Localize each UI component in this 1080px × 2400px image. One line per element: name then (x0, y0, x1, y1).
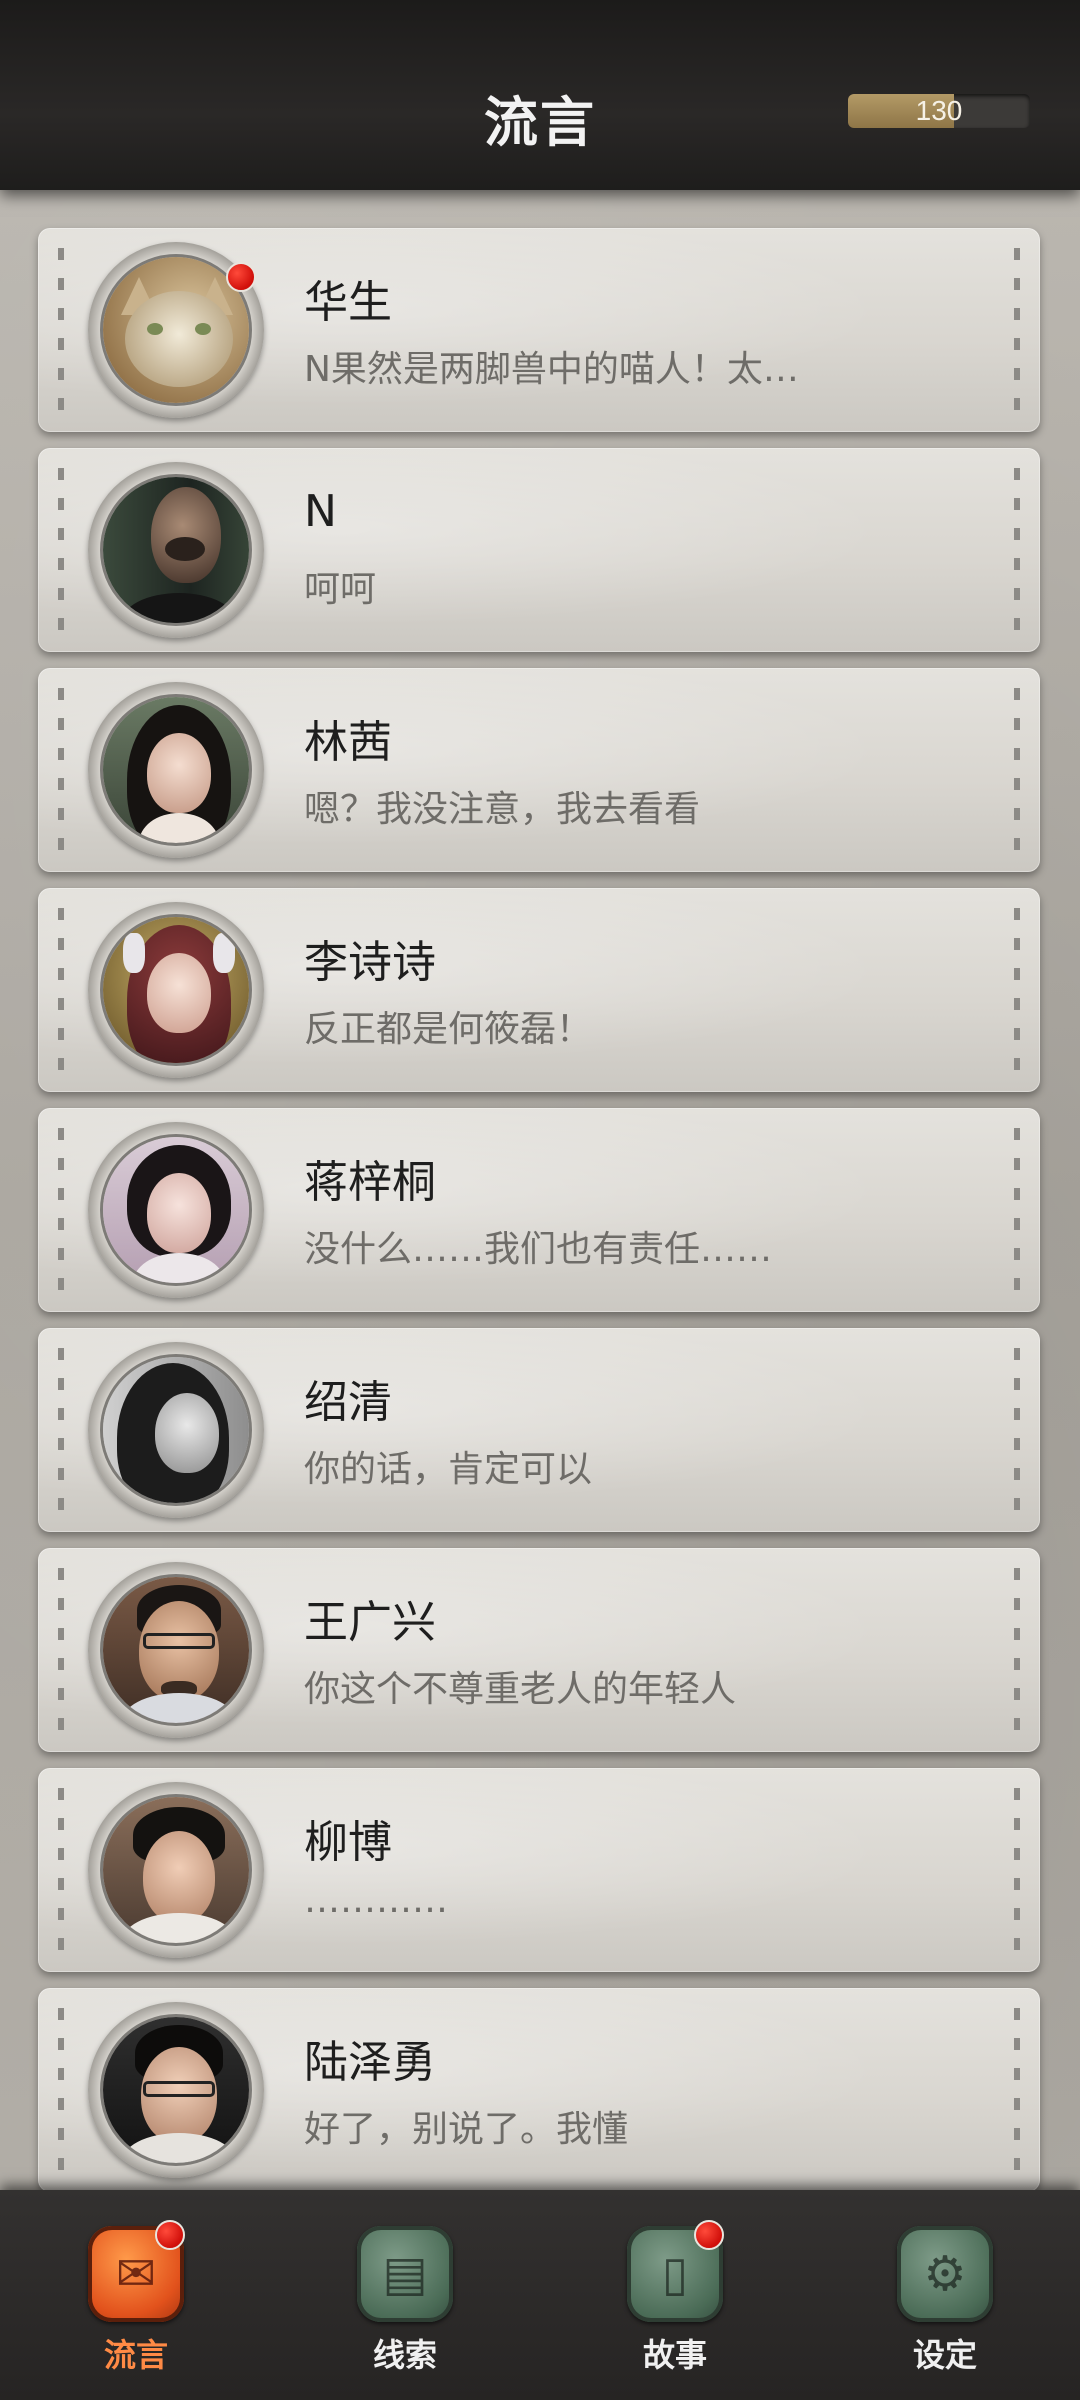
stitch-decoration (1014, 908, 1020, 1072)
tab-badge (155, 2220, 185, 2250)
tab-label: 故事 (642, 2336, 707, 2374)
currency-counter: 130 (848, 94, 1030, 128)
contact-last-message: 没什么……我们也有责任…… (304, 1229, 773, 1270)
contact-last-message: 反正都是何筱磊！ (304, 1009, 593, 1050)
contact-last-message: ………… (304, 1880, 448, 1921)
tab-rumors[interactable]: ✉ 流言 (61, 2212, 211, 2392)
tab-label: 线索 (372, 2336, 437, 2374)
contact-name: N (304, 486, 337, 537)
top-bar: 流言 130 (0, 0, 1080, 190)
woman-long-hair-avatar (100, 694, 252, 846)
woman-red-hair-avatar (100, 914, 252, 1066)
stitch-decoration (58, 688, 64, 852)
stitch-decoration (1014, 1348, 1020, 1512)
avatar (88, 1782, 264, 1958)
stitch-decoration (58, 248, 64, 412)
tab-label: 流言 (103, 2336, 168, 2374)
book-glyph: ▯ (661, 2246, 689, 2302)
stitch-decoration (1014, 1568, 1020, 1732)
contact-name: 李诗诗 (304, 937, 436, 988)
chat-glyph: ✉ (115, 2246, 157, 2302)
stitch-decoration (58, 2008, 64, 2172)
avatar (88, 1122, 264, 1298)
bottom-nav: ✉ 流言 ▤ 线索 ▯ 故事 ⚙ 设定 (0, 2190, 1080, 2400)
stitch-decoration (1014, 688, 1020, 852)
contact-last-message: 你的话，肯定可以 (304, 1449, 593, 1490)
contact-name: 蒋梓桐 (304, 1157, 436, 1208)
stitch-decoration (58, 1128, 64, 1292)
document-glyph: ▤ (382, 2246, 428, 2302)
counter-value: 130 (915, 95, 963, 126)
contact-card[interactable]: 华生 N果然是两脚兽中的喵人！太… (38, 228, 1040, 432)
stitch-decoration (58, 1788, 64, 1952)
man-glasses-beard-avatar (100, 1574, 252, 1726)
contact-card[interactable]: 蒋梓桐 没什么……我们也有责任…… (38, 1108, 1040, 1312)
tab-label: 设定 (912, 2336, 977, 2374)
man-dark-avatar (100, 474, 252, 626)
avatar (88, 462, 264, 638)
document-icon: ▤ (357, 2226, 453, 2322)
stitch-decoration (1014, 2008, 1020, 2172)
avatar (88, 902, 264, 1078)
contact-card[interactable]: 柳博 ………… (38, 1768, 1040, 1972)
woman-bob-avatar (100, 1134, 252, 1286)
man-glasses-avatar (100, 2014, 252, 2166)
avatar (88, 2002, 264, 2178)
avatar (88, 682, 264, 858)
contact-card[interactable]: 陆泽勇 好了，别说了。我懂 (38, 1988, 1040, 2190)
contact-last-message: 嗯？我没注意，我去看看 (304, 789, 701, 830)
stitch-decoration (1014, 248, 1020, 412)
contact-name: 绍清 (304, 1377, 392, 1428)
contact-last-message: N果然是两脚兽中的喵人！太… (304, 349, 799, 390)
contact-last-message: 好了，别说了。我懂 (304, 2109, 629, 2150)
tab-clues[interactable]: ▤ 线索 (330, 2212, 480, 2392)
contact-name: 陆泽勇 (304, 2037, 436, 2088)
contact-list: 华生 N果然是两脚兽中的喵人！太… N 呵呵 林茜 嗯？我没注意，我去看看 李诗… (0, 0, 1080, 2190)
gear-glyph: ⚙ (923, 2246, 967, 2302)
stitch-decoration (58, 1348, 64, 1512)
avatar (88, 1342, 264, 1518)
tab-badge (694, 2220, 724, 2250)
stitch-decoration (58, 908, 64, 1072)
contact-name: 林茜 (304, 717, 392, 768)
contact-last-message: 你这个不尊重老人的年轻人 (304, 1669, 737, 1710)
contact-last-message: 呵呵 (304, 569, 377, 610)
stitch-decoration (1014, 1788, 1020, 1952)
contact-name: 王广兴 (304, 1597, 436, 1648)
tab-settings[interactable]: ⚙ 设定 (870, 2212, 1020, 2392)
contact-name: 华生 (304, 277, 392, 328)
stitch-decoration (1014, 468, 1020, 632)
contact-card[interactable]: 绍清 你的话，肯定可以 (38, 1328, 1040, 1532)
unread-badge (226, 262, 256, 292)
contact-card[interactable]: 林茜 嗯？我没注意，我去看看 (38, 668, 1040, 872)
woman-grayscale-avatar (100, 1354, 252, 1506)
gear-icon: ⚙ (897, 2226, 993, 2322)
man-short-hair-avatar (100, 1794, 252, 1946)
avatar (88, 1562, 264, 1738)
stitch-decoration (58, 468, 64, 632)
contact-name: 柳博 (304, 1817, 392, 1868)
contact-card[interactable]: N 呵呵 (38, 448, 1040, 652)
contact-card[interactable]: 李诗诗 反正都是何筱磊！ (38, 888, 1040, 1092)
contact-card[interactable]: 王广兴 你这个不尊重老人的年轻人 (38, 1548, 1040, 1752)
tab-story[interactable]: ▯ 故事 (600, 2212, 750, 2392)
stitch-decoration (58, 1568, 64, 1732)
stitch-decoration (1014, 1128, 1020, 1292)
